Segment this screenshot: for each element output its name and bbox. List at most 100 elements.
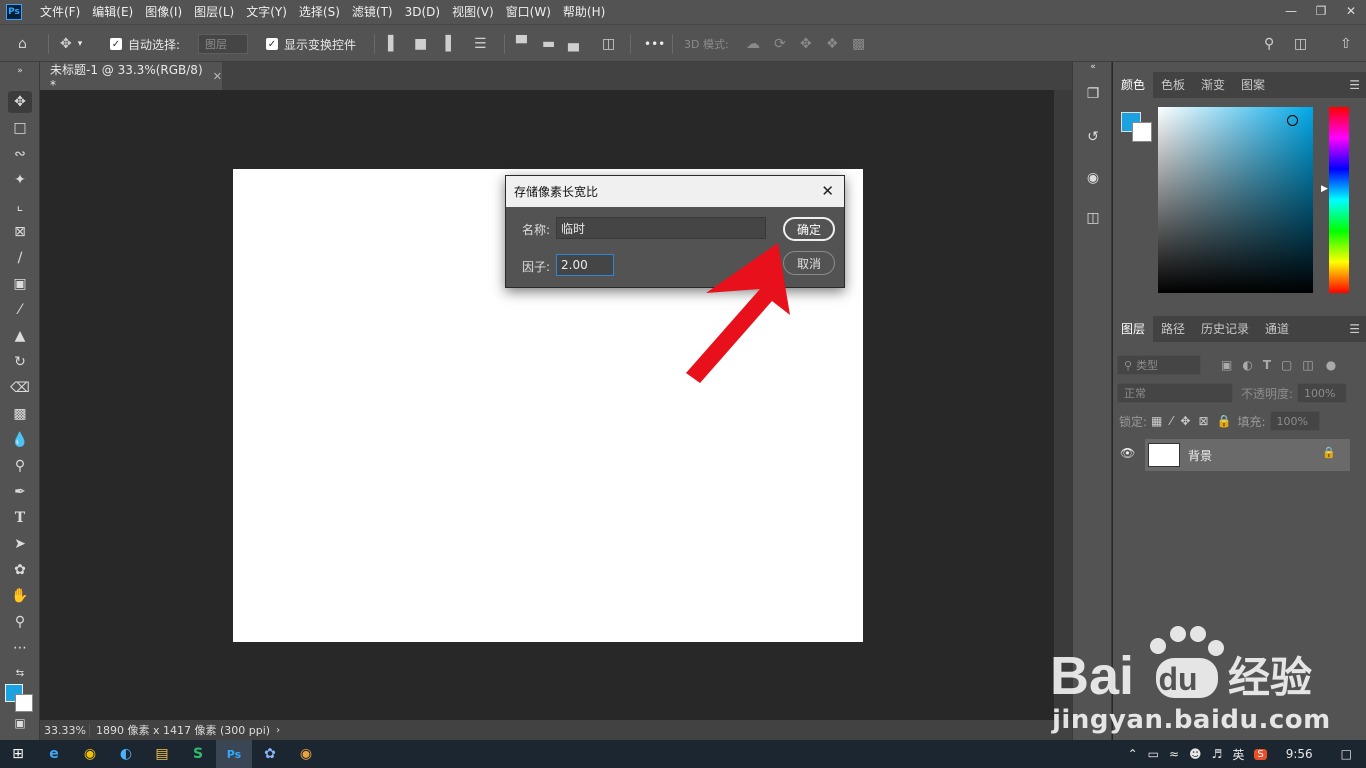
color-panel-background-swatch[interactable] — [1132, 122, 1152, 142]
3d-panel-icon[interactable]: ❐ — [1083, 84, 1103, 104]
3d-pan-icon[interactable]: ✥ — [800, 25, 812, 63]
notification-icon[interactable]: □ — [1327, 747, 1366, 761]
tab-paths[interactable]: 路径 — [1153, 316, 1193, 342]
factor-field[interactable]: 2.00 — [556, 254, 614, 276]
collapse-dock-icon[interactable]: « — [1083, 62, 1103, 72]
filter-pixel-icon[interactable]: ▣ — [1221, 358, 1232, 372]
align-middle-icon[interactable]: ▬ — [542, 25, 555, 63]
menu-help[interactable]: 帮助(H) — [557, 0, 611, 24]
libraries-panel-icon[interactable]: ◫ — [1083, 208, 1103, 228]
menu-layer[interactable]: 图层(L) — [188, 0, 240, 24]
close-icon[interactable]: ✕ — [821, 182, 834, 200]
pen-tool-icon[interactable]: ✒ — [8, 481, 32, 503]
qq-icon[interactable]: ☻ — [1184, 747, 1207, 761]
search-icon[interactable]: ⚲ — [1264, 25, 1274, 63]
history-panel-icon[interactable]: ↺ — [1083, 127, 1103, 147]
eraser-icon[interactable]: ⌫ — [8, 377, 32, 399]
distribute-horizontal-icon[interactable]: ☰ — [474, 25, 487, 63]
3d-slide-icon[interactable]: ❖ — [826, 25, 839, 63]
lock-image-icon[interactable]: ⁄ — [1170, 414, 1172, 428]
zoom-level[interactable]: 33.33% — [40, 723, 90, 737]
menu-filter[interactable]: 滤镜(T) — [346, 0, 399, 24]
wps-spreadsheet-icon[interactable]: S — [180, 740, 216, 768]
visibility-eye-icon[interactable]: 👁 — [1120, 446, 1135, 460]
dodge-tool-icon[interactable]: ⚲ — [8, 455, 32, 477]
distribute-vertical-icon[interactable]: ◫ — [602, 25, 615, 63]
lock-position-icon[interactable]: ✥ — [1180, 414, 1190, 428]
menu-select[interactable]: 选择(S) — [293, 0, 346, 24]
sogou-ime-icon[interactable]: S — [1254, 748, 1267, 760]
tab-gradients[interactable]: 渐变 — [1193, 72, 1233, 98]
share-icon[interactable]: ⇧ — [1340, 25, 1352, 63]
menu-type[interactable]: 文字(Y) — [240, 0, 293, 24]
chevron-right-icon[interactable]: › — [276, 725, 280, 736]
menu-file[interactable]: 文件(F) — [34, 0, 86, 24]
lock-artboard-icon[interactable]: ⊠ — [1198, 414, 1208, 428]
tab-color[interactable]: 颜色 — [1113, 72, 1154, 98]
tab-history[interactable]: 历史记录 — [1193, 316, 1257, 342]
align-top-icon[interactable]: ▀ — [516, 25, 527, 63]
auto-select-checkbox[interactable]: ✓ 自动选择: — [110, 25, 180, 63]
battery-icon[interactable]: ▭ — [1143, 747, 1164, 761]
hue-slider-marker[interactable]: ▶ — [1321, 184, 1328, 194]
tab-layers[interactable]: 图层 — [1113, 316, 1154, 342]
windows-start-icon[interactable]: ⊞ — [0, 740, 36, 768]
path-selection-icon[interactable]: ➤ — [8, 533, 32, 555]
swap-colors-icon[interactable]: ⇆ — [8, 662, 32, 684]
magic-wand-icon[interactable]: ✦ — [8, 169, 32, 191]
custom-shape-icon[interactable]: ✿ — [8, 559, 32, 581]
edge-browser-icon[interactable]: ◐ — [108, 740, 144, 768]
crop-tool-icon[interactable]: ⌞ — [8, 195, 32, 217]
lock-transparent-icon[interactable]: ▦ — [1151, 414, 1162, 428]
tab-channels[interactable]: 通道 — [1257, 316, 1297, 342]
3d-orbit-icon[interactable]: ☁ — [746, 25, 760, 63]
learn-panel-icon[interactable]: ◉ — [1083, 168, 1103, 188]
home-icon[interactable]: ⌂ — [18, 25, 27, 63]
collapse-toolbar-icon[interactable]: » — [8, 66, 32, 76]
hue-slider[interactable] — [1329, 107, 1349, 293]
app-icon[interactable]: ◉ — [288, 740, 324, 768]
brush-tool-icon[interactable]: ⁄ — [8, 299, 32, 321]
layer-lock-icon[interactable]: 🔒 — [1322, 446, 1336, 459]
workspace-icon[interactable]: ◫ — [1294, 25, 1307, 63]
marquee-tool-icon[interactable]: □ — [8, 117, 32, 139]
panel-menu-icon[interactable]: ☰ — [1349, 322, 1360, 336]
align-center-icon[interactable]: ■ — [414, 25, 427, 63]
healing-brush-icon[interactable]: ▣ — [8, 273, 32, 295]
frame-tool-icon[interactable]: ⊠ — [8, 221, 32, 243]
network-icon[interactable]: ≈ — [1164, 747, 1184, 761]
ie-browser-icon[interactable]: e — [36, 740, 72, 768]
panel-menu-icon[interactable]: ☰ — [1349, 78, 1360, 92]
quick-mask-icon[interactable]: ▣ — [8, 712, 32, 734]
lock-all-icon[interactable]: 🔒 — [1217, 414, 1232, 428]
move-tool-preset-icon[interactable]: ✥ ▾ — [60, 25, 82, 63]
opacity-field[interactable]: 100% — [1297, 383, 1348, 403]
align-bottom-icon[interactable]: ▄ — [568, 25, 579, 63]
document-tab[interactable]: 未标题-1 @ 33.3%(RGB/8) * ✕ — [40, 62, 222, 92]
filter-toggle-icon[interactable]: ● — [1326, 358, 1336, 372]
volume-icon[interactable]: ♬ — [1207, 747, 1228, 761]
zoom-tool-icon[interactable]: ⚲ — [8, 611, 32, 633]
chrome-icon[interactable]: ◉ — [72, 740, 108, 768]
align-right-icon[interactable]: ▐ — [440, 25, 451, 63]
auto-select-target-dropdown[interactable]: 图层 — [198, 34, 248, 54]
layer-name[interactable]: 背景 — [1188, 447, 1212, 464]
type-tool-icon[interactable]: T — [8, 507, 32, 529]
image-viewer-icon[interactable]: ✿ — [252, 740, 288, 768]
filter-smart-object-icon[interactable]: ◫ — [1302, 358, 1313, 372]
menu-3d[interactable]: 3D(D) — [399, 0, 446, 24]
clone-stamp-icon[interactable]: ▲ — [8, 325, 32, 347]
background-color-swatch[interactable] — [15, 694, 33, 712]
tab-swatches[interactable]: 色板 — [1153, 72, 1193, 98]
filter-shape-icon[interactable]: ▢ — [1281, 358, 1292, 372]
photoshop-taskbar-icon[interactable]: Ps — [216, 740, 252, 768]
3d-scale-icon[interactable]: ▩ — [852, 25, 865, 63]
3d-roll-icon[interactable]: ⟳ — [774, 25, 786, 63]
filter-type-icon[interactable]: T — [1263, 358, 1271, 372]
move-tool-icon[interactable]: ✥ — [8, 91, 32, 113]
menu-view[interactable]: 视图(V) — [446, 0, 500, 24]
menu-edit[interactable]: 编辑(E) — [86, 0, 139, 24]
clock-time[interactable]: 9:56 — [1272, 747, 1327, 761]
filter-adjustment-icon[interactable]: ◐ — [1242, 358, 1252, 372]
file-explorer-icon[interactable]: ▤ — [144, 740, 180, 768]
